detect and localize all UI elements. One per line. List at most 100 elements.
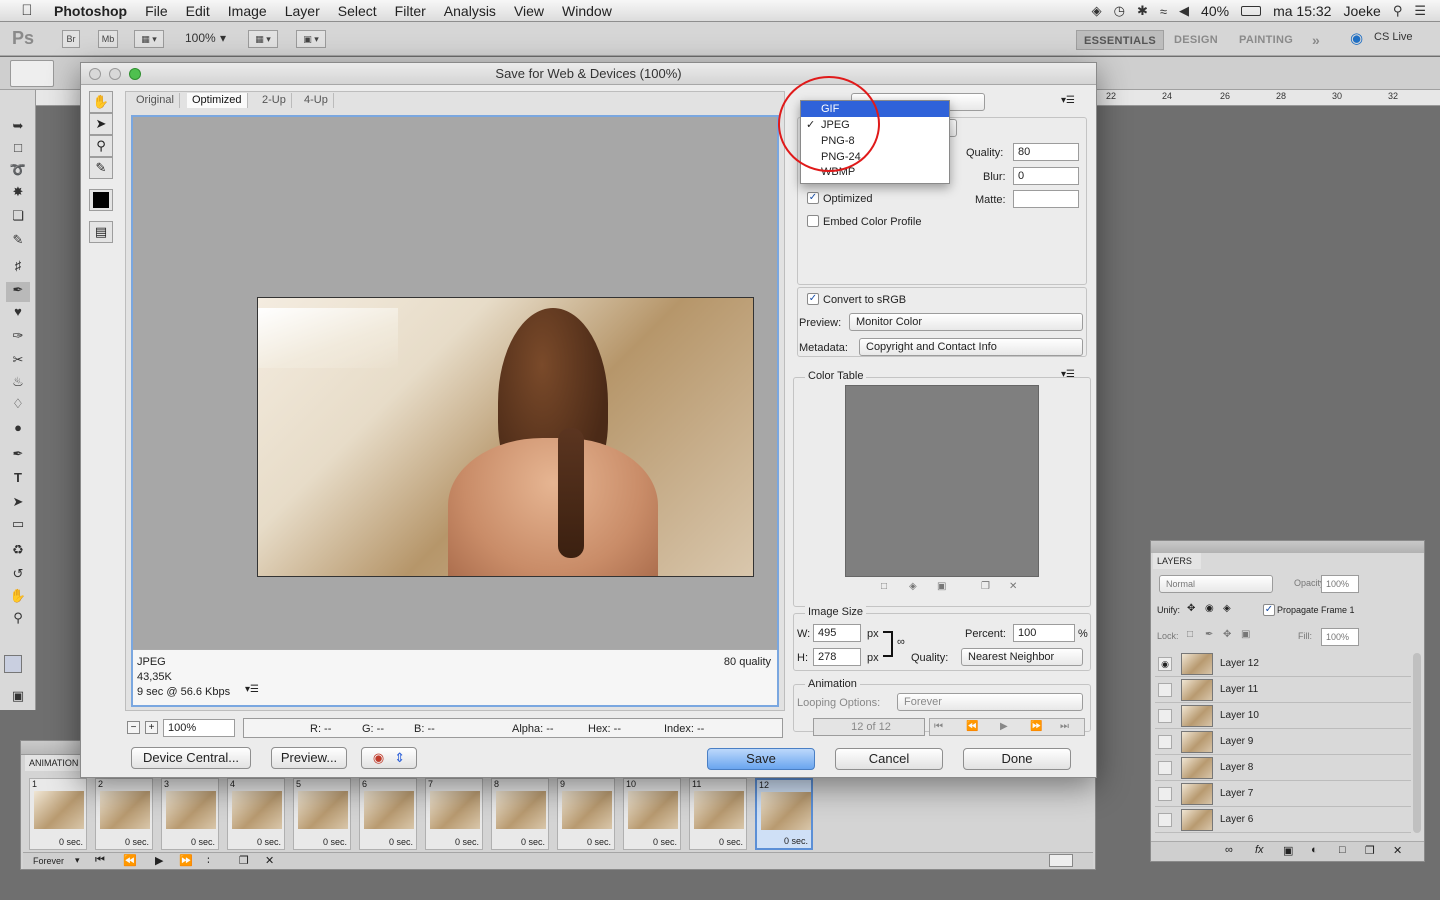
- toggle-slices-icon[interactable]: ▤: [89, 221, 113, 243]
- animation-frame[interactable]: 2 0 sec.: [95, 778, 153, 850]
- frame-delay[interactable]: 0 sec.: [125, 837, 149, 847]
- tab-original[interactable]: Original: [131, 93, 180, 108]
- quick-select-icon[interactable]: ✸: [6, 184, 30, 204]
- layer-row[interactable]: Layer 9: [1155, 729, 1411, 755]
- animation-frame[interactable]: 8 0 sec.: [491, 778, 549, 850]
- animation-frame[interactable]: 10 0 sec.: [623, 778, 681, 850]
- frame-delay[interactable]: 0 sec.: [59, 837, 83, 847]
- frame-delay[interactable]: 0 sec.: [191, 837, 215, 847]
- web-shift-icon[interactable]: ◈: [909, 581, 917, 592]
- visibility-toggle[interactable]: [1158, 683, 1172, 697]
- marquee-tool-icon[interactable]: □: [6, 140, 30, 160]
- preview-area[interactable]: JPEG 43,35K 9 sec @ 56.6 Kbps ▾☰ 80 qual…: [131, 115, 779, 707]
- bluetooth-icon[interactable]: ✱: [1137, 3, 1148, 19]
- width-input[interactable]: 495: [813, 624, 861, 642]
- menu-layer[interactable]: Layer: [285, 3, 320, 19]
- minimize-icon[interactable]: [109, 68, 121, 80]
- adjustment-layer-icon[interactable]: ◐: [1311, 844, 1318, 856]
- frame-delay[interactable]: 0 sec.: [784, 836, 808, 846]
- 3d-orbit-icon[interactable]: ↺: [6, 566, 30, 586]
- healing-brush-icon[interactable]: ♯: [6, 258, 30, 278]
- animation-frame[interactable]: 6 0 sec.: [359, 778, 417, 850]
- unify-position-icon[interactable]: ✥: [1187, 603, 1195, 614]
- fill-input[interactable]: 100%: [1321, 628, 1359, 646]
- play-icon[interactable]: ▶: [1000, 721, 1008, 732]
- lock-color-icon[interactable]: ▣: [937, 581, 946, 592]
- hand-tool-icon[interactable]: ✋: [89, 91, 113, 113]
- hand-tool-icon[interactable]: ✋: [6, 588, 30, 608]
- map-transparent-icon[interactable]: □: [881, 581, 887, 592]
- zoom-window-icon[interactable]: [129, 68, 141, 80]
- layers-scrollbar[interactable]: [1413, 653, 1421, 833]
- optimize-menu-icon[interactable]: ▾☰: [1061, 95, 1075, 106]
- lock-transparent-icon[interactable]: □: [1187, 629, 1193, 640]
- frame-delay[interactable]: 0 sec.: [521, 837, 545, 847]
- tab-2-up[interactable]: 2-Up: [257, 93, 292, 108]
- animation-frame[interactable]: 12 0 sec.: [755, 778, 813, 850]
- workspace-design[interactable]: DESIGN: [1174, 30, 1218, 50]
- matte-select[interactable]: [1013, 190, 1079, 208]
- zoom-tool-icon[interactable]: ⚲: [89, 135, 113, 157]
- layer-row[interactable]: Layer 6: [1155, 807, 1411, 833]
- preview-select[interactable]: Monitor Color: [849, 313, 1083, 331]
- metadata-select[interactable]: Copyright and Contact Info: [859, 338, 1083, 356]
- blend-mode-select[interactable]: Normal: [1159, 575, 1273, 593]
- chain-link-icon[interactable]: ∞: [897, 636, 905, 648]
- propagate-checkbox[interactable]: ✓: [1263, 604, 1275, 616]
- menu-analysis[interactable]: Analysis: [444, 3, 496, 19]
- animation-frame[interactable]: 4 0 sec.: [227, 778, 285, 850]
- move-tool-icon[interactable]: ➥: [6, 118, 30, 138]
- menu-view[interactable]: View: [514, 3, 544, 19]
- lock-position-icon[interactable]: ✥: [1223, 629, 1231, 640]
- extras-icon[interactable]: ▦ ▾: [134, 30, 164, 48]
- browser-preview-button[interactable]: ◉ ⇕: [361, 747, 417, 769]
- volume-icon[interactable]: ◀: [1179, 3, 1189, 19]
- pen-tool-icon[interactable]: ✒: [6, 446, 30, 466]
- workspace-essentials[interactable]: ESSENTIALS: [1076, 30, 1165, 50]
- layer-row[interactable]: Layer 7: [1155, 781, 1411, 807]
- optimized-checkbox[interactable]: ✓: [807, 192, 819, 204]
- time-machine-icon[interactable]: ◷: [1114, 3, 1125, 19]
- layer-row[interactable]: Layer 8: [1155, 755, 1411, 781]
- cs-live-icon[interactable]: ◉: [1350, 29, 1363, 47]
- arrange-documents-icon[interactable]: ▦ ▾: [248, 30, 278, 48]
- eraser-tool-icon[interactable]: ✂: [6, 352, 30, 372]
- history-brush-icon[interactable]: ✑: [6, 328, 30, 348]
- new-color-icon[interactable]: ❐: [981, 581, 990, 592]
- cancel-button[interactable]: Cancel: [835, 748, 943, 770]
- opacity-input[interactable]: 100%: [1321, 575, 1359, 593]
- link-layers-icon[interactable]: ∞: [1225, 844, 1233, 856]
- height-input[interactable]: 278: [813, 648, 861, 666]
- preview-button[interactable]: Preview...: [271, 747, 347, 769]
- done-button[interactable]: Done: [963, 748, 1071, 770]
- fx-icon[interactable]: fx: [1255, 844, 1264, 856]
- animation-frame[interactable]: 1 0 sec.: [29, 778, 87, 850]
- convert-timeline-icon[interactable]: [1049, 854, 1073, 867]
- menu-image[interactable]: Image: [228, 3, 267, 19]
- tab-4-up[interactable]: 4-Up: [299, 93, 334, 108]
- eyedropper-tool-icon[interactable]: ✎: [89, 157, 113, 179]
- frame-delay[interactable]: 0 sec.: [587, 837, 611, 847]
- clock[interactable]: ma 15:32: [1273, 3, 1331, 19]
- convert-srgb-checkbox[interactable]: ✓: [807, 293, 819, 305]
- delete-layer-icon[interactable]: ✕: [1393, 844, 1402, 857]
- menu-filter[interactable]: Filter: [395, 3, 426, 19]
- zoom-tool-icon[interactable]: ⚲: [6, 610, 30, 630]
- layer-row[interactable]: Layer 11: [1155, 677, 1411, 703]
- brush-preset-icon[interactable]: [10, 60, 54, 87]
- looping-select[interactable]: Forever: [897, 693, 1083, 711]
- brush-tool-icon[interactable]: ✒: [6, 282, 30, 302]
- loop-select[interactable]: Forever: [33, 856, 64, 866]
- wifi-icon[interactable]: ≈: [1160, 4, 1167, 19]
- paint-bucket-icon[interactable]: ♨: [6, 374, 30, 394]
- close-icon[interactable]: [89, 68, 101, 80]
- frame-delay[interactable]: 0 sec.: [719, 837, 743, 847]
- menu-window[interactable]: Window: [562, 3, 612, 19]
- unify-visibility-icon[interactable]: ◉: [1205, 603, 1214, 614]
- device-central-button[interactable]: Device Central...: [131, 747, 251, 769]
- visibility-toggle[interactable]: [1158, 735, 1172, 749]
- lasso-tool-icon[interactable]: ➰: [6, 162, 30, 182]
- resample-select[interactable]: Nearest Neighbor: [961, 648, 1083, 666]
- chevron-down-icon[interactable]: ▾: [75, 855, 80, 866]
- menu-select[interactable]: Select: [338, 3, 377, 19]
